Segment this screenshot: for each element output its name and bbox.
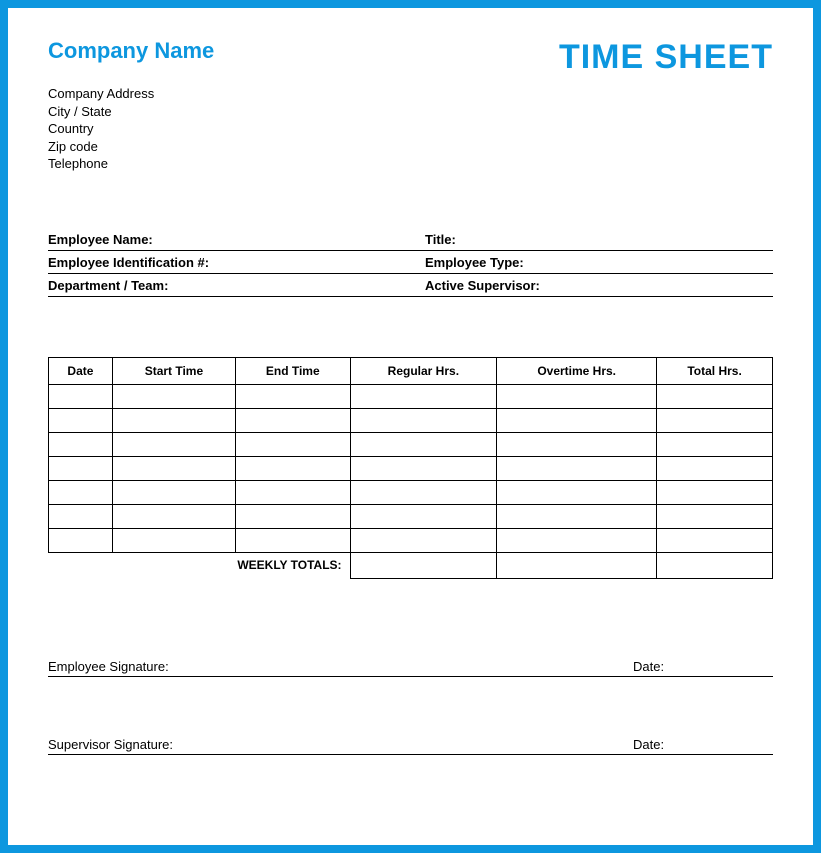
cell-total — [657, 432, 773, 456]
employee-dept-label: Department / Team: — [48, 278, 425, 293]
cell-date — [49, 432, 113, 456]
company-country: Country — [48, 120, 773, 138]
cell-overtime — [497, 480, 657, 504]
cell-date — [49, 456, 113, 480]
company-telephone: Telephone — [48, 155, 773, 173]
cell-total — [657, 408, 773, 432]
employee-name-label: Employee Name: — [48, 232, 425, 247]
totals-regular — [350, 552, 497, 578]
cell-regular — [350, 408, 497, 432]
cell-end — [235, 528, 350, 552]
employee-signature-label: Employee Signature: — [48, 659, 633, 674]
cell-start — [112, 528, 235, 552]
employee-row-1: Employee Name: Title: — [48, 228, 773, 251]
employee-id-label: Employee Identification #: — [48, 255, 425, 270]
time-table: Date Start Time End Time Regular Hrs. Ov… — [48, 357, 773, 579]
cell-overtime — [497, 528, 657, 552]
cell-regular — [350, 384, 497, 408]
company-info-block: Company Address City / State Country Zip… — [48, 85, 773, 173]
signatures-block: Employee Signature: Date: Supervisor Sig… — [48, 659, 773, 755]
cell-start — [112, 480, 235, 504]
employee-info-block: Employee Name: Title: Employee Identific… — [48, 228, 773, 297]
cell-end — [235, 384, 350, 408]
cell-total — [657, 456, 773, 480]
employee-row-2: Employee Identification #: Employee Type… — [48, 251, 773, 274]
weekly-totals-label: WEEKLY TOTALS: — [49, 552, 351, 578]
table-row — [49, 528, 773, 552]
cell-end — [235, 480, 350, 504]
company-city-state: City / State — [48, 103, 773, 121]
cell-overtime — [497, 384, 657, 408]
cell-date — [49, 384, 113, 408]
company-name: Company Name — [48, 38, 214, 64]
company-address: Company Address — [48, 85, 773, 103]
table-row — [49, 480, 773, 504]
timesheet-page: Company Name TIME SHEET Company Address … — [0, 0, 821, 853]
cell-date — [49, 528, 113, 552]
cell-start — [112, 432, 235, 456]
employee-title-label: Title: — [425, 232, 773, 247]
cell-total — [657, 504, 773, 528]
cell-total — [657, 384, 773, 408]
cell-start — [112, 504, 235, 528]
cell-regular — [350, 432, 497, 456]
cell-regular — [350, 528, 497, 552]
cell-total — [657, 480, 773, 504]
cell-overtime — [497, 456, 657, 480]
weekly-totals-row: WEEKLY TOTALS: — [49, 552, 773, 578]
col-regular: Regular Hrs. — [350, 357, 497, 384]
employee-supervisor-label: Active Supervisor: — [425, 278, 773, 293]
cell-end — [235, 432, 350, 456]
cell-start — [112, 408, 235, 432]
col-end: End Time — [235, 357, 350, 384]
table-row — [49, 432, 773, 456]
employee-type-label: Employee Type: — [425, 255, 773, 270]
header: Company Name TIME SHEET — [48, 38, 773, 77]
col-overtime: Overtime Hrs. — [497, 357, 657, 384]
supervisor-signature-label: Supervisor Signature: — [48, 737, 633, 752]
company-zip: Zip code — [48, 138, 773, 156]
cell-regular — [350, 456, 497, 480]
supervisor-signature-date-label: Date: — [633, 737, 773, 752]
col-start: Start Time — [112, 357, 235, 384]
document-title: TIME SHEET — [559, 38, 773, 77]
table-row — [49, 384, 773, 408]
table-row — [49, 408, 773, 432]
cell-regular — [350, 480, 497, 504]
cell-start — [112, 384, 235, 408]
col-total: Total Hrs. — [657, 357, 773, 384]
cell-overtime — [497, 504, 657, 528]
cell-end — [235, 456, 350, 480]
cell-overtime — [497, 408, 657, 432]
table-header-row: Date Start Time End Time Regular Hrs. Ov… — [49, 357, 773, 384]
cell-regular — [350, 504, 497, 528]
col-date: Date — [49, 357, 113, 384]
cell-end — [235, 408, 350, 432]
totals-total — [657, 552, 773, 578]
cell-date — [49, 408, 113, 432]
supervisor-signature-row: Supervisor Signature: Date: — [48, 737, 773, 755]
cell-total — [657, 528, 773, 552]
employee-row-3: Department / Team: Active Supervisor: — [48, 274, 773, 297]
table-row — [49, 456, 773, 480]
table-row — [49, 504, 773, 528]
employee-signature-row: Employee Signature: Date: — [48, 659, 773, 677]
cell-date — [49, 504, 113, 528]
totals-overtime — [497, 552, 657, 578]
employee-signature-date-label: Date: — [633, 659, 773, 674]
cell-start — [112, 456, 235, 480]
cell-date — [49, 480, 113, 504]
cell-overtime — [497, 432, 657, 456]
cell-end — [235, 504, 350, 528]
